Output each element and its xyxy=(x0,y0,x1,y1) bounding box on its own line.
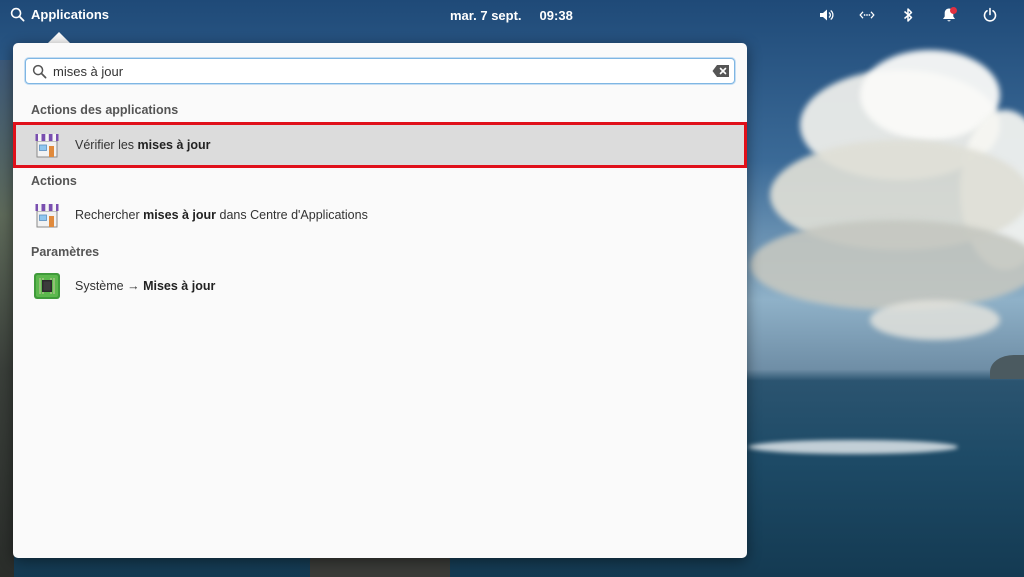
result-check-updates[interactable]: Vérifier les mises à jour xyxy=(13,122,747,168)
system-chip-icon xyxy=(34,273,60,299)
datetime-indicator[interactable]: mar. 7 sept. 09:38 xyxy=(450,8,573,23)
wallpaper-wave xyxy=(748,440,958,454)
panel-time: 09:38 xyxy=(539,8,573,23)
applications-menu-button[interactable]: Applications xyxy=(10,7,109,22)
panel-indicators xyxy=(805,6,1010,24)
result-label: Système → Mises à jour xyxy=(75,279,216,293)
network-indicator[interactable] xyxy=(846,6,887,24)
bluetooth-indicator[interactable] xyxy=(887,6,928,24)
top-panel: Applications mar. 7 sept. 09:38 xyxy=(0,0,1024,30)
result-search-appcenter[interactable]: Rechercher mises à jour dans Centre d'Ap… xyxy=(13,193,747,237)
search-icon xyxy=(10,7,25,22)
section-title-app-actions: Actions des applications xyxy=(31,103,179,117)
popover-arrow xyxy=(48,32,70,43)
search-icon xyxy=(32,64,47,78)
appcenter-icon xyxy=(35,204,59,228)
panel-date: mar. 7 sept. xyxy=(450,8,522,23)
power-icon xyxy=(983,7,996,22)
result-system-updates[interactable]: Système → Mises à jour xyxy=(13,264,747,308)
appcenter-icon xyxy=(35,134,59,158)
applications-label: Applications xyxy=(31,7,110,22)
result-label: Vérifier les mises à jour xyxy=(75,138,211,152)
bluetooth-icon xyxy=(903,8,912,22)
clear-text-icon[interactable] xyxy=(712,64,730,78)
wallpaper-cliff xyxy=(0,60,14,577)
applications-popover: Actions des applications Vérifier les mi… xyxy=(13,43,747,558)
session-indicator[interactable] xyxy=(969,6,1010,24)
wallpaper-cloud xyxy=(750,220,1024,310)
wallpaper-headland xyxy=(990,355,1024,379)
search-bar[interactable] xyxy=(25,58,735,84)
volume-indicator[interactable] xyxy=(805,6,846,24)
search-input[interactable] xyxy=(53,60,712,82)
section-title-actions: Actions xyxy=(31,174,77,188)
notification-badge xyxy=(950,7,957,14)
section-title-settings: Paramètres xyxy=(31,245,100,259)
notifications-indicator[interactable] xyxy=(928,6,969,24)
result-label: Rechercher mises à jour dans Centre d'Ap… xyxy=(75,208,368,222)
wallpaper-cloud xyxy=(870,300,1000,340)
network-icon xyxy=(858,11,875,19)
volume-icon xyxy=(819,9,834,21)
